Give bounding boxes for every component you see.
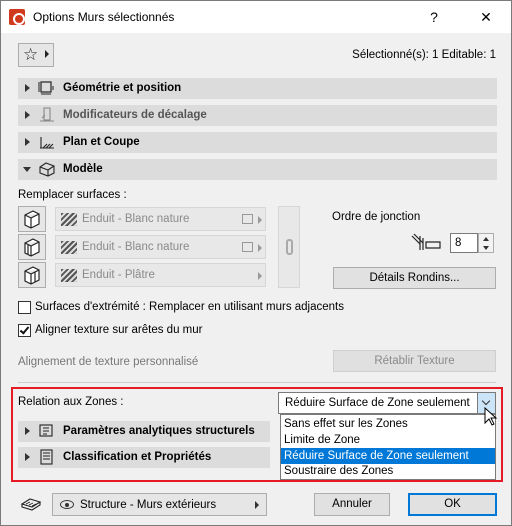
end-surfaces-checkbox[interactable] xyxy=(18,301,31,314)
panel-label: Modificateurs de décalage xyxy=(63,109,207,121)
image-icon xyxy=(242,214,253,224)
collapse-arrow-icon xyxy=(23,167,31,172)
wall-tool-icon xyxy=(20,498,42,511)
divider xyxy=(18,382,496,383)
zone-relation-value: Réduire Surface de Zone seulement xyxy=(285,397,470,409)
window-title: Options Murs sélectionnés xyxy=(33,10,175,24)
selection-info: Sélectionné(s): 1 Editable: 1 xyxy=(352,49,496,61)
layer-select[interactable]: Structure - Murs extérieurs xyxy=(52,493,267,516)
arrow-down-icon xyxy=(483,246,489,250)
favorites-button[interactable]: ☆ xyxy=(18,43,54,67)
model-icon xyxy=(39,162,55,177)
chevron-right-icon xyxy=(255,501,259,509)
chevron-right-icon xyxy=(258,244,262,252)
expand-arrow-icon xyxy=(25,111,30,119)
checkmark-icon xyxy=(19,324,30,335)
surface-side-3-button[interactable] xyxy=(18,262,46,288)
material-swatch-icon xyxy=(61,269,77,282)
surface-material-1[interactable]: Enduit - Blanc nature xyxy=(55,207,266,231)
zone-relation-select[interactable]: Réduire Surface de Zone seulement xyxy=(278,392,496,414)
surface-material-label: Enduit - Plâtre xyxy=(82,269,155,281)
junction-order-icon xyxy=(411,233,441,250)
panel-label: Modèle xyxy=(63,163,103,175)
material-swatch-icon xyxy=(61,213,77,226)
eye-icon xyxy=(60,500,74,509)
wall-cube-icon xyxy=(24,266,40,285)
junction-order-input[interactable]: 8 xyxy=(450,233,478,253)
zone-option-selected[interactable]: Réduire Surface de Zone seulement xyxy=(281,448,495,464)
align-texture-checkbox[interactable] xyxy=(18,324,31,337)
panel-plan[interactable]: Plan et Coupe xyxy=(18,132,497,153)
wall-cube-icon xyxy=(24,238,40,257)
panel-offset[interactable]: Modificateurs de décalage xyxy=(18,105,497,126)
ok-button[interactable]: OK xyxy=(408,493,497,516)
junction-order-label: Ordre de jonction xyxy=(332,211,421,223)
panel-model[interactable]: Modèle xyxy=(18,159,497,180)
end-surfaces-label: Surfaces d'extrémité : Remplacer en util… xyxy=(35,301,344,313)
mouse-cursor-icon xyxy=(484,407,498,426)
link-surfaces-button[interactable] xyxy=(278,206,300,288)
help-button[interactable]: ? xyxy=(419,7,449,27)
panel-label: Géométrie et position xyxy=(63,82,182,94)
cancel-button[interactable]: Annuler xyxy=(314,493,390,516)
app-icon xyxy=(9,9,25,25)
align-texture-label: Aligner texture sur arêtes du mur xyxy=(35,324,203,336)
chevron-right-icon xyxy=(258,216,262,224)
surface-material-label: Enduit - Blanc nature xyxy=(82,213,190,225)
chevron-right-icon xyxy=(45,50,49,58)
surface-side-2-button[interactable] xyxy=(18,234,46,260)
expand-arrow-icon xyxy=(25,138,30,146)
close-button[interactable]: ✕ xyxy=(471,7,501,27)
options-dialog: Options Murs sélectionnés ? ✕ ☆ Sélectio… xyxy=(0,0,512,526)
geometry-icon xyxy=(38,81,54,95)
zone-relation-dropdown: Sans effet sur les Zones Limite de Zone … xyxy=(280,414,496,480)
plan-section-icon xyxy=(40,137,54,149)
offset-modifier-icon xyxy=(40,107,54,122)
image-icon xyxy=(242,242,253,252)
log-details-button[interactable]: Détails Rondins... xyxy=(333,267,496,289)
panel-geometry[interactable]: Géométrie et position xyxy=(18,78,497,99)
surface-side-1-button[interactable] xyxy=(18,206,46,232)
title-bar: Options Murs sélectionnés ? ✕ xyxy=(1,1,511,33)
override-surfaces-label: Remplacer surfaces : xyxy=(18,189,127,201)
layer-value: Structure - Murs extérieurs xyxy=(80,499,217,511)
chain-link-icon xyxy=(286,239,293,255)
zone-relation-label: Relation aux Zones : xyxy=(18,396,124,408)
expand-arrow-icon xyxy=(25,84,30,92)
surface-material-2[interactable]: Enduit - Blanc nature xyxy=(55,235,266,259)
surface-material-label: Enduit - Blanc nature xyxy=(82,241,190,253)
junction-order-stepper[interactable] xyxy=(478,233,494,253)
reset-texture-button[interactable]: Rétablir Texture xyxy=(333,350,496,372)
wall-cube-icon xyxy=(24,210,40,229)
arrow-up-icon xyxy=(483,237,489,241)
zone-option[interactable]: Sans effet sur les Zones xyxy=(281,416,495,432)
custom-texture-label: Alignement de texture personnalisé xyxy=(18,356,199,368)
star-icon: ☆ xyxy=(23,45,39,64)
chevron-right-icon xyxy=(258,272,262,280)
material-swatch-icon xyxy=(61,241,77,254)
surface-material-3[interactable]: Enduit - Plâtre xyxy=(55,263,266,287)
zone-option[interactable]: Limite de Zone xyxy=(281,432,495,448)
zone-option[interactable]: Soustraire des Zones xyxy=(281,463,495,479)
panel-label: Plan et Coupe xyxy=(63,136,140,148)
